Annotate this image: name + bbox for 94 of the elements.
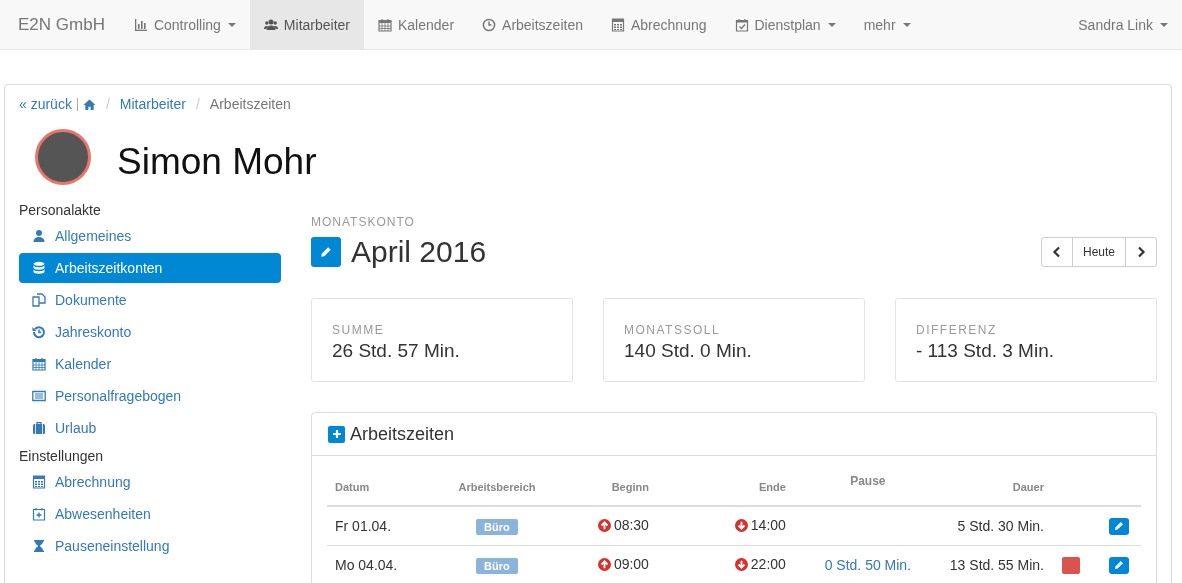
column-header: Dauer: [1012, 480, 1044, 493]
sidebar-item[interactable]: Jahreskonto: [19, 317, 281, 347]
arrow-down-circle-icon: [734, 518, 748, 532]
avatar-photo-placeholder: [35, 129, 91, 185]
calendar-check-icon: [734, 17, 749, 32]
caret-icon: [227, 22, 236, 27]
arrow-up-circle-icon: [597, 518, 611, 532]
column-header: Arbeitsbereich: [458, 480, 536, 493]
add-button[interactable]: [328, 425, 345, 443]
sidebar-item[interactable]: Abrechnung: [19, 467, 281, 497]
caret-icon: [1160, 22, 1168, 27]
documents-icon: [32, 293, 46, 307]
calendar-icon: [32, 357, 46, 371]
sidebar-item[interactable]: Urlaub: [19, 413, 281, 443]
breadcrumb-link[interactable]: Mitarbeiter: [119, 96, 186, 112]
pencil-icon: [1114, 560, 1124, 570]
section-caption: MONATSKONTO: [311, 215, 416, 229]
home-icon: [82, 97, 96, 111]
edit-button[interactable]: [1109, 517, 1129, 535]
arrow-down-circle-icon: [734, 557, 748, 571]
panel-title: Arbeitszeiten: [350, 423, 455, 445]
sidebar-item[interactable]: Kalender: [19, 349, 281, 379]
back-link[interactable]: « zurück: [19, 96, 72, 112]
start-time: 08:30: [613, 517, 649, 534]
stat-label: DIFFERENZ: [916, 323, 998, 337]
nav-link[interactable]: Mitarbeiter: [249, 0, 364, 49]
pencil-icon: [320, 246, 332, 258]
stat-value: 26 Std. 57 Min.: [332, 340, 461, 362]
history-icon: [32, 325, 46, 339]
nav-link[interactable]: Controlling: [119, 0, 250, 49]
pause-link[interactable]: 0 Std. 50 Min.: [824, 557, 912, 573]
today-button[interactable]: Heute: [1071, 237, 1126, 267]
pencil-icon: [1114, 521, 1124, 531]
duration-cell: 5 Std. 30 Min.: [957, 518, 1044, 534]
sidebar-item[interactable]: Arbeitszeitkonten: [19, 253, 281, 283]
user-icon: [32, 229, 46, 243]
edit-button[interactable]: [311, 237, 341, 267]
caret-icon: [902, 22, 911, 27]
previous-button[interactable]: [1040, 237, 1073, 267]
stat-label: SUMME: [332, 323, 386, 337]
section-heading: Einstellungen: [19, 447, 105, 466]
nav-link[interactable]: Arbeitszeiten: [468, 0, 597, 49]
nav-link[interactable]: Kalender: [364, 0, 469, 49]
date-cell: Fr 01.04.: [335, 518, 392, 534]
section-heading: Personalakte: [19, 201, 102, 220]
plus-icon: [331, 429, 342, 439]
user-menu[interactable]: Sandra Link: [1064, 0, 1182, 49]
sidebar-item[interactable]: Allgemeines: [19, 221, 281, 251]
breadcrumb-separator: /: [104, 96, 111, 112]
bar-chart-icon: [133, 17, 148, 32]
hourglass-icon: [32, 539, 46, 553]
calculator-icon: [32, 475, 46, 489]
home-link[interactable]: [82, 97, 96, 111]
breadcrumb-separator: /: [194, 96, 201, 112]
chevron-left-icon: [1051, 246, 1062, 258]
caret-icon: [827, 22, 836, 27]
column-header: Ende: [758, 480, 786, 493]
list-icon: [32, 389, 46, 403]
suitcase-icon: [32, 421, 46, 435]
nav-link[interactable]: Dienstplan: [720, 0, 850, 49]
edit-button[interactable]: [1109, 556, 1129, 574]
users-icon: [263, 17, 278, 32]
clock-icon: [482, 17, 497, 32]
end-time: 22:00: [750, 556, 786, 573]
next-button[interactable]: [1125, 237, 1157, 267]
column-header: Beginn: [611, 480, 649, 493]
calendar-icon: [378, 17, 392, 32]
sidebar-item[interactable]: Abwesenheiten: [19, 499, 281, 529]
duration-cell: 13 Std. 55 Min.: [949, 557, 1044, 573]
stat-label: MONATSSOLL: [624, 323, 722, 337]
nav-link[interactable]: mehr: [849, 0, 925, 49]
end-time: 14:00: [750, 517, 786, 534]
database-icon: [32, 261, 46, 275]
calculator-icon: [611, 17, 625, 32]
status-badge-icon: [1062, 556, 1080, 574]
calendar-plus-icon: [32, 507, 46, 521]
nav-link[interactable]: Abrechnung: [597, 0, 721, 49]
sidebar-item[interactable]: Pauseneinstellung: [19, 531, 281, 561]
area-tag: Büro: [476, 557, 518, 574]
stat-value: - 113 Std. 3 Min.: [916, 340, 1055, 362]
stat-value: 140 Std. 0 Min.: [624, 340, 753, 362]
area-tag: Büro: [476, 518, 518, 535]
arrow-up-circle-icon: [597, 557, 611, 571]
month-title: April 2016: [351, 235, 487, 269]
start-time: 09:00: [613, 556, 649, 573]
employee-name: Simon Mohr: [117, 141, 317, 183]
brand-link[interactable]: E2N GmbH: [0, 0, 120, 49]
sidebar-item[interactable]: Dokumente: [19, 285, 281, 315]
column-header: Datum: [335, 480, 370, 493]
breadcrumb-current: Arbeitszeiten: [209, 96, 291, 112]
column-header: Pause: [850, 474, 886, 488]
chevron-right-icon: [1136, 246, 1146, 258]
date-cell: Mo 04.04.: [335, 557, 398, 573]
sidebar-item[interactable]: Personalfragebogen: [19, 381, 281, 411]
